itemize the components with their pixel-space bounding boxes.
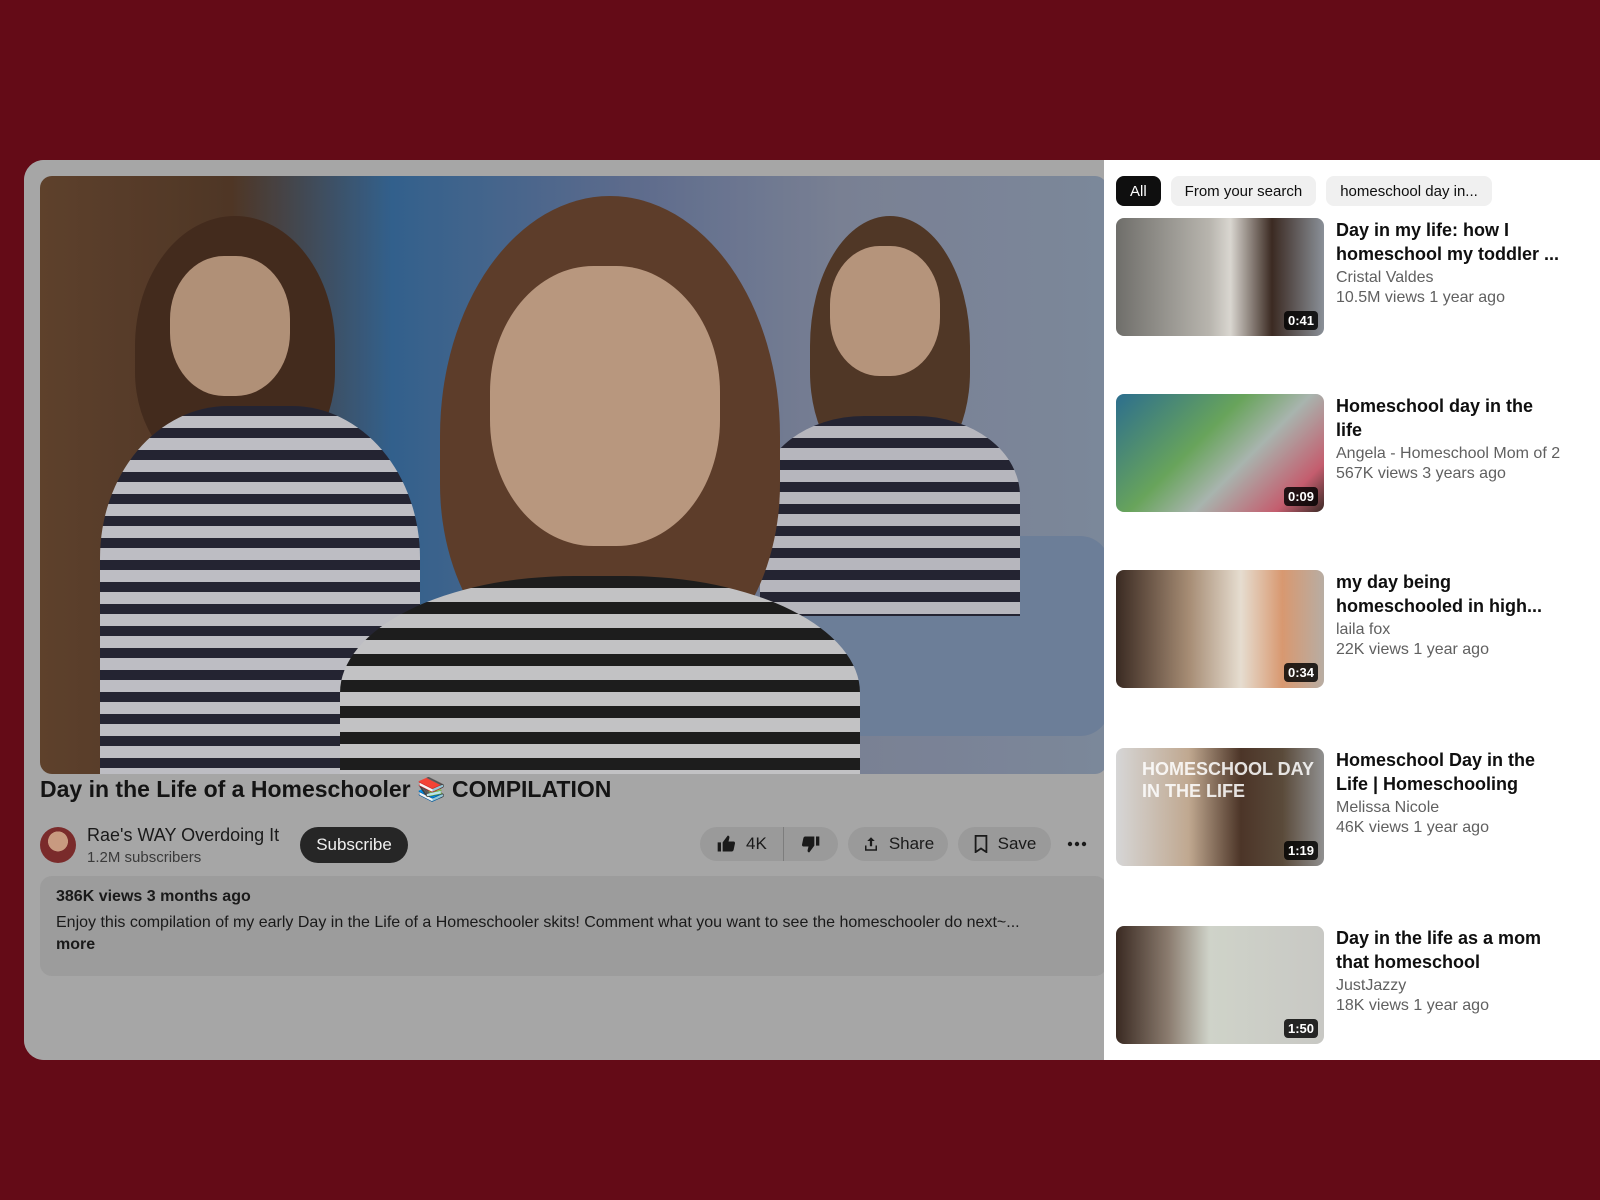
channel-avatar[interactable] <box>40 827 76 863</box>
save-button[interactable]: Save <box>958 827 1051 861</box>
recommendation-info: Day in the life as a mom that homeschool… <box>1336 926 1561 1016</box>
share-icon <box>864 837 877 851</box>
thumbnail-overlay-text: HOMESCHOOL DAY IN THE LIFE <box>1142 759 1314 801</box>
recommendation-item[interactable]: HOMESCHOOL DAY IN THE LIFE 1:19 Homescho… <box>1116 748 1556 868</box>
thumbs-down-icon <box>801 836 820 853</box>
description-more-link[interactable]: more <box>56 936 1091 954</box>
dislike-button[interactable] <box>784 827 838 861</box>
recommendation-meta: 18K views 1 year ago <box>1336 997 1489 1014</box>
video-duration: 1:50 <box>1283 1019 1318 1038</box>
recommendation-item[interactable]: 0:41 Day in my life: how I homeschool my… <box>1116 218 1559 338</box>
subscriber-count: 1.2M subscribers <box>87 849 202 866</box>
share-button[interactable]: Share <box>848 827 948 861</box>
recommendation-item[interactable]: 1:50 Day in the life as a mom that homes… <box>1116 926 1556 1046</box>
description-box[interactable]: 386K views 3 months ago Enjoy this compi… <box>40 876 1107 976</box>
recommendation-thumbnail[interactable]: 1:50 <box>1116 926 1324 1044</box>
recommendation-title[interactable]: Day in my life: how I homeschool my todd… <box>1336 218 1561 266</box>
recommendations-sidebar: All From your search homeschool day in..… <box>1104 160 1600 1060</box>
recommendation-channel[interactable]: laila fox <box>1336 620 1561 640</box>
thumbs-up-icon <box>717 835 736 852</box>
watch-main: Day in the Life of a Homeschooler 📚 COMP… <box>24 160 1126 1060</box>
recommendation-thumbnail[interactable]: 0:09 <box>1116 394 1324 512</box>
bookmark-icon <box>974 835 987 853</box>
recommendation-info: Day in my life: how I homeschool my todd… <box>1336 218 1561 308</box>
recommendation-meta: 46K views 1 year ago <box>1336 819 1489 836</box>
video-player[interactable] <box>40 176 1107 774</box>
chip-from-your-search[interactable]: From your search <box>1170 176 1317 206</box>
recommendation-info: Homeschool Day in the Life | Homeschooli… <box>1336 748 1561 838</box>
channel-row: Rae's WAY Overdoing It 1.2M subscribers … <box>40 825 1107 869</box>
recommendation-channel[interactable]: Cristal Valdes <box>1336 268 1561 288</box>
recommendation-meta: 22K views 1 year ago <box>1336 641 1489 658</box>
like-button[interactable]: 4K <box>700 827 784 861</box>
description-text: Enjoy this compilation of my early Day i… <box>56 914 1020 931</box>
recommendation-meta: 567K views 3 years ago <box>1336 465 1506 482</box>
recommendation-channel[interactable]: JustJazzy <box>1336 976 1561 996</box>
recommendation-thumbnail[interactable]: 0:41 <box>1116 218 1324 336</box>
recommendation-title[interactable]: my day being homeschooled in high... <box>1336 570 1561 618</box>
like-count: 4K <box>746 834 767 853</box>
video-duration: 0:34 <box>1283 663 1318 682</box>
chip-all[interactable]: All <box>1116 176 1161 206</box>
recommendation-meta: 10.5M views 1 year ago <box>1336 289 1505 306</box>
video-dim-overlay <box>40 176 1107 774</box>
recommendation-info: my day being homeschooled in high... lai… <box>1336 570 1561 660</box>
chip-query[interactable]: homeschool day in... <box>1326 176 1492 206</box>
more-horizontal-icon <box>1067 841 1087 847</box>
subscribe-button[interactable]: Subscribe <box>300 827 408 863</box>
video-title: Day in the Life of a Homeschooler 📚 COMP… <box>40 776 612 802</box>
recommendation-title[interactable]: Day in the life as a mom that homeschool <box>1336 926 1561 974</box>
like-dislike-group: 4K <box>700 827 838 861</box>
recommendation-title[interactable]: Homeschool day in the life #homeschoolda… <box>1336 394 1561 442</box>
recommendation-title[interactable]: Homeschool Day in the Life | Homeschooli… <box>1336 748 1561 796</box>
recommendation-channel[interactable]: Angela - Homeschool Mom of 2 <box>1336 444 1561 464</box>
recommendation-item[interactable]: 0:09 Homeschool day in the life #homesch… <box>1116 394 1560 514</box>
recommendation-info: Homeschool day in the life #homeschoolda… <box>1336 394 1561 484</box>
recommendation-thumbnail[interactable]: 0:34 <box>1116 570 1324 688</box>
recommendation-channel[interactable]: Melissa Nicole <box>1336 798 1561 818</box>
video-duration: 0:09 <box>1283 487 1318 506</box>
filter-chips: All From your search homeschool day in..… <box>1116 176 1492 206</box>
save-label: Save <box>997 834 1037 853</box>
description-meta: 386K views 3 months ago <box>56 888 251 905</box>
video-duration: 1:19 <box>1283 841 1318 860</box>
recommendation-item[interactable]: 0:34 my day being homeschooled in high..… <box>1116 570 1556 690</box>
share-label: Share <box>888 834 935 853</box>
more-actions-button[interactable] <box>1060 827 1094 861</box>
channel-name[interactable]: Rae's WAY Overdoing It <box>87 825 279 846</box>
video-duration: 0:41 <box>1283 311 1318 330</box>
recommendation-thumbnail[interactable]: HOMESCHOOL DAY IN THE LIFE 1:19 <box>1116 748 1324 866</box>
